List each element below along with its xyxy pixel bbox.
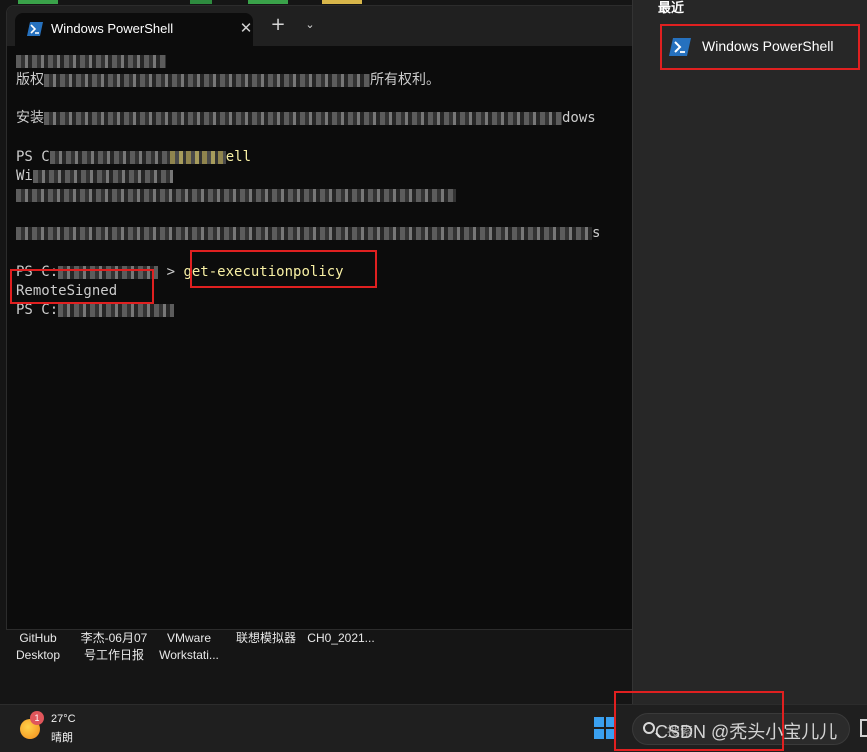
console-line-copyright: 版权 所有权利。 [16,72,440,88]
taskbar-app-icon[interactable] [860,719,867,737]
highlight-box-result [10,269,154,304]
terminal-titlebar: Windows PowerShell ✕ + ⌄ [7,6,637,46]
start-menu-panel: 最近 Windows PowerShell [632,0,867,704]
desktop-top-icons [0,0,640,4]
console-line-1 [16,52,166,71]
desktop-shortcuts: GitHub Desktop 李杰-06月07 号工作日报 VMware Workst… [0,628,632,672]
shortcut-ch0[interactable]: CH0_2021... [306,630,376,647]
console-output[interactable]: 版权 所有权利。 安装 dows PS Cell Wi s PS C: > get-… [16,52,626,612]
highlight-box-recent [660,24,860,70]
console-line-w: Wi [16,167,173,186]
shortcut-github-desktop[interactable]: GitHub Desktop [12,630,64,664]
terminal-window: Windows PowerShell ✕ + ⌄ 版权 所有权利。 安装 dows … [6,5,638,630]
chevron-down-icon[interactable]: ⌄ [299,14,321,36]
console-line-install: 安装 dows [16,110,596,126]
console-line-prompt1: PS Cell [16,149,252,165]
recent-heading: 最近 [658,1,685,16]
console-line-blurred [16,186,456,205]
shortcut-daily-report[interactable]: 李杰-06月07 号工作日报 [78,630,150,664]
csdn-watermark: CSDN @秃头小宝儿儿 [655,722,838,742]
notification-badge: 1 [30,711,44,725]
tab-close-icon[interactable]: ✕ [237,19,255,37]
weather-temperature: 27°C [51,713,76,725]
tab-title: Windows PowerShell [51,21,174,36]
powershell-icon [27,22,43,36]
weather-condition: 晴朗 [51,732,73,744]
shortcut-vmware[interactable]: VMware Workstati... [155,630,223,664]
highlight-box-command [190,250,377,288]
shortcut-emulator[interactable]: 联想模拟器 [234,630,298,647]
console-line-s: s [16,224,600,243]
tab-windows-powershell[interactable]: Windows PowerShell ✕ [15,13,253,46]
start-button[interactable] [594,717,616,739]
new-tab-button[interactable]: + [267,14,289,36]
